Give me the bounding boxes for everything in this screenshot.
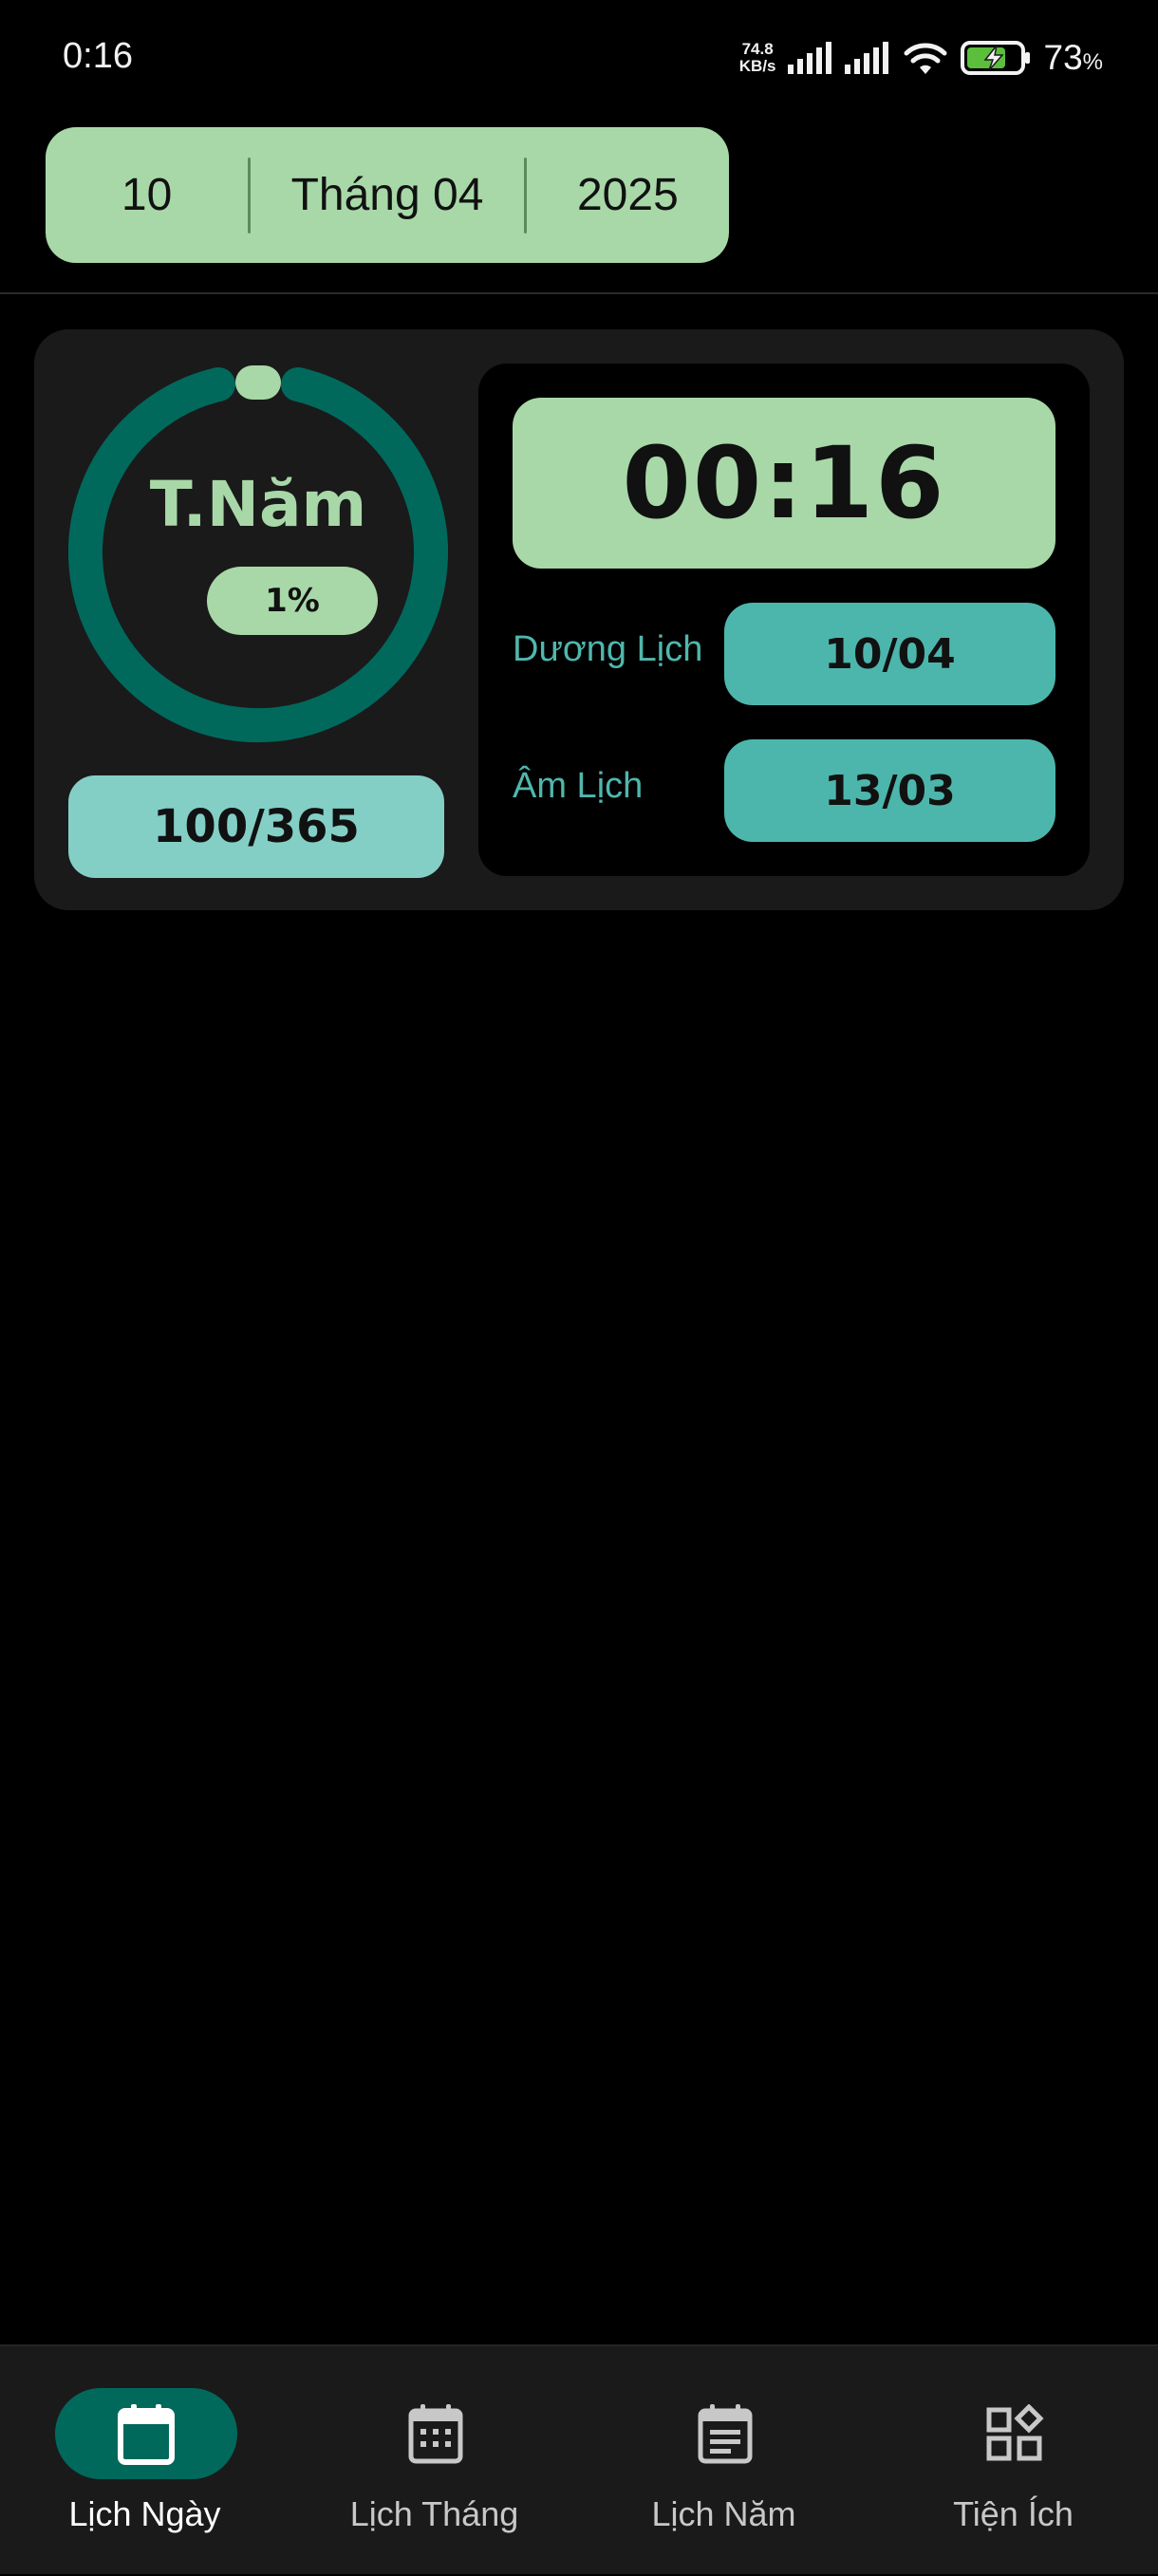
nav-active-indicator <box>55 2388 237 2479</box>
solar-calendar-label: Dương Lịch <box>513 629 703 669</box>
nav-label: Lịch Tháng <box>349 2494 519 2533</box>
signal-icon <box>787 42 831 74</box>
network-speed-value: 74.8 <box>741 40 774 58</box>
ring-track <box>68 367 448 743</box>
summary-card: T.Năm 1% 100/365 00:16 Dương Lịch 10/04 … <box>34 329 1124 910</box>
solar-date-value: 10/04 <box>724 603 1055 705</box>
status-time: 0:16 <box>63 36 133 76</box>
calendar-month-icon <box>408 2404 463 2464</box>
time-date-panel: 00:16 Dương Lịch 10/04 Âm Lịch 13/03 <box>478 364 1090 876</box>
nav-icon-container <box>924 2388 1106 2479</box>
year-progress-percent: 1% <box>207 567 378 635</box>
nav-item-utilities[interactable]: Tiện Ích <box>868 2346 1158 2576</box>
day-picker[interactable]: 10 <box>46 127 248 263</box>
day-of-year-count: 100/365 <box>68 775 444 878</box>
status-bar: 0:16 74.8 KB/s 73 % <box>0 0 1158 114</box>
network-speed: 74.8 KB/s <box>739 41 776 75</box>
month-picker[interactable]: Tháng 04 <box>251 127 524 263</box>
bottom-navigation: Lịch Ngày Lịch Tháng Lịch Năm Tiện Ích <box>0 2344 1158 2574</box>
date-selector[interactable]: 10 Tháng 04 2025 <box>46 127 729 263</box>
signal-icon <box>844 42 888 74</box>
battery-percent: 73 % <box>1043 38 1104 77</box>
nav-icon-container <box>345 2388 527 2479</box>
calendar-list-icon <box>698 2404 753 2464</box>
nav-label: Lịch Năm <box>651 2494 796 2533</box>
progress-marker <box>235 365 281 400</box>
year-picker[interactable]: 2025 <box>527 127 729 263</box>
calendar-blank-icon <box>118 2404 175 2465</box>
year-progress-ring: T.Năm 1% <box>68 364 448 743</box>
progress-ring-graphic <box>68 365 448 743</box>
battery-charging-icon <box>960 41 1030 75</box>
clock-display: 00:16 <box>513 398 1055 569</box>
nav-item-daily[interactable]: Lịch Ngày <box>0 2346 290 2576</box>
lunar-date-value: 13/03 <box>724 739 1055 842</box>
nav-label: Lịch Ngày <box>68 2494 221 2533</box>
nav-icon-container <box>634 2388 816 2479</box>
widgets-icon <box>986 2404 1044 2461</box>
nav-label: Tiện Ích <box>953 2494 1074 2533</box>
year-progress-title: T.Năm <box>149 468 367 541</box>
status-icons: 74.8 KB/s 73 % <box>739 34 1103 82</box>
wifi-icon <box>904 43 946 74</box>
nav-item-monthly[interactable]: Lịch Tháng <box>290 2346 579 2576</box>
header-divider <box>0 292 1158 294</box>
nav-item-yearly[interactable]: Lịch Năm <box>579 2346 868 2576</box>
lunar-calendar-label: Âm Lịch <box>513 766 644 806</box>
network-speed-unit: KB/s <box>738 57 776 75</box>
